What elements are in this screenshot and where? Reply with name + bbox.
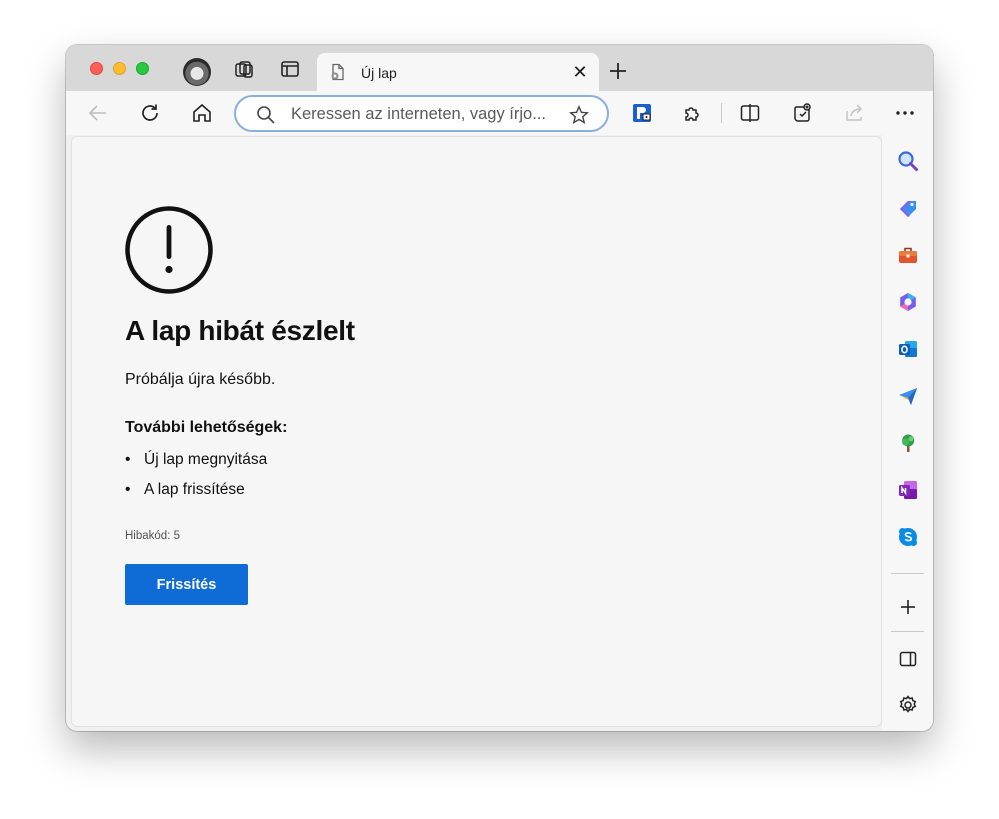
add-icon[interactable] (896, 595, 920, 619)
error-exclamation-icon (124, 205, 214, 295)
error-description: Próbálja újra később. (125, 371, 276, 388)
minimize-window-button[interactable] (113, 62, 126, 75)
home-icon[interactable] (190, 101, 214, 125)
tree-icon[interactable] (896, 431, 920, 455)
puzzle-icon[interactable] (681, 101, 705, 125)
collections-icon[interactable] (790, 101, 814, 125)
copilot-icon[interactable] (896, 290, 920, 314)
refresh-button[interactable]: Frissítés (125, 564, 248, 605)
navigation-toolbar (66, 91, 933, 135)
tab-close-icon[interactable]: ✕ (570, 62, 590, 82)
favorite-star-icon[interactable] (568, 105, 590, 125)
sidebar-panel-icon[interactable] (896, 647, 920, 671)
options-heading: További lehetőségek: (125, 419, 288, 436)
option-open-new-tab: Új lap megnyitása (125, 451, 267, 481)
outlook-icon[interactable] (896, 337, 920, 361)
shopping-tag-icon[interactable] (896, 196, 920, 220)
vertical-tabs-icon[interactable] (278, 57, 302, 81)
sidebar (882, 135, 933, 731)
skype-icon[interactable] (896, 525, 920, 549)
sidebar-divider (891, 631, 924, 632)
share-icon[interactable] (842, 101, 866, 125)
option-refresh-page: A lap frissítése (125, 481, 267, 511)
split-screen-icon[interactable] (738, 101, 762, 125)
more-icon[interactable] (893, 101, 917, 125)
sidebar-search-icon[interactable] (896, 149, 920, 173)
toolbar-divider (721, 103, 722, 123)
search-icon (256, 105, 276, 125)
error-page-favicon-icon (329, 63, 347, 81)
page-content: A lap hibát észlelt Próbálja újra később… (71, 136, 882, 727)
new-tab-plus-icon[interactable] (607, 60, 629, 82)
maximize-window-button[interactable] (136, 62, 149, 75)
tab-bar: Új lap ✕ (66, 45, 933, 91)
tab-title: Új lap (361, 65, 397, 81)
address-input[interactable] (291, 104, 561, 124)
browser-window: Új lap ✕ Keressen az interneten, vagy ír… (66, 45, 933, 731)
tab-new-tab[interactable]: Új lap ✕ (317, 53, 599, 91)
back-arrow-icon[interactable] (86, 101, 110, 125)
address-bar[interactable] (234, 95, 609, 132)
error-code: Hibakód: 5 (125, 530, 180, 542)
send-icon[interactable] (896, 384, 920, 408)
settings-gear-icon[interactable] (896, 693, 920, 717)
extension-badge-icon[interactable] (630, 101, 654, 125)
error-title: A lap hibát észlelt (125, 315, 355, 346)
refresh-icon[interactable] (138, 101, 162, 125)
close-window-button[interactable] (90, 62, 103, 75)
workspaces-icon[interactable] (232, 57, 256, 81)
onenote-icon[interactable] (896, 478, 920, 502)
sidebar-divider (891, 573, 924, 574)
profile-avatar[interactable] (183, 58, 211, 86)
options-list: Új lap megnyitása A lap frissítése (125, 451, 267, 511)
toolbox-icon[interactable] (896, 243, 920, 267)
